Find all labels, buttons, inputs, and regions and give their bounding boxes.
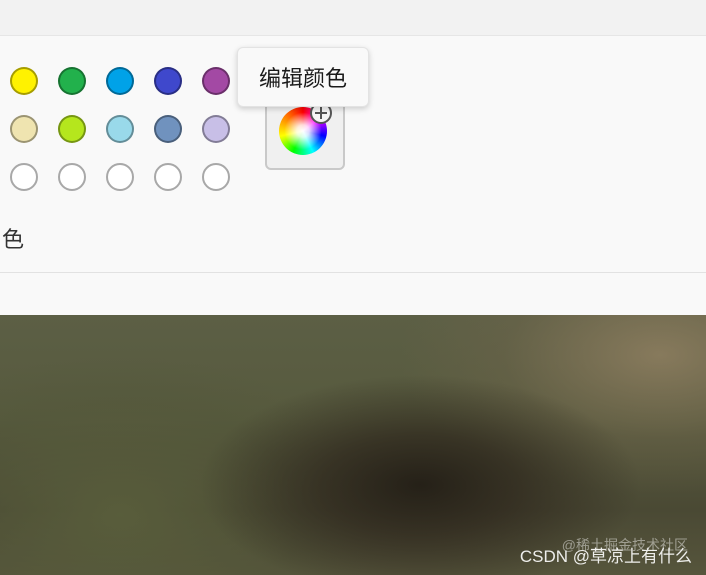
- color-swatch-purple[interactable]: [202, 67, 230, 95]
- custom-color-slot[interactable]: [10, 163, 38, 191]
- colors-section-label: 色: [2, 228, 25, 253]
- custom-color-slot[interactable]: [202, 163, 230, 191]
- panel-footer-strip: [0, 273, 706, 315]
- color-swatch-blue-gray[interactable]: [154, 115, 182, 143]
- custom-color-slot[interactable]: [106, 163, 134, 191]
- edit-colors-tooltip: 编辑颜色: [237, 47, 369, 107]
- custom-color-slot[interactable]: [154, 163, 182, 191]
- color-swatch-lime[interactable]: [58, 115, 86, 143]
- watermark-text: @稀土掘金技术社区 CSDN @草凉上有什么: [520, 537, 692, 567]
- color-swatch-turquoise[interactable]: [106, 67, 134, 95]
- color-swatch-tan[interactable]: [10, 115, 38, 143]
- color-swatch-indigo[interactable]: [154, 67, 182, 95]
- watermark-ghost-text: @稀土掘金技术社区: [561, 537, 688, 553]
- background-photo: @稀土掘金技术社区 CSDN @草凉上有什么: [0, 315, 706, 575]
- color-swatch-light-turquoise[interactable]: [106, 115, 134, 143]
- color-swatch-yellow[interactable]: [10, 67, 38, 95]
- color-swatch-green[interactable]: [58, 67, 86, 95]
- color-swatch-lavender[interactable]: [202, 115, 230, 143]
- top-toolbar-strip: [0, 0, 706, 36]
- custom-color-slot[interactable]: [58, 163, 86, 191]
